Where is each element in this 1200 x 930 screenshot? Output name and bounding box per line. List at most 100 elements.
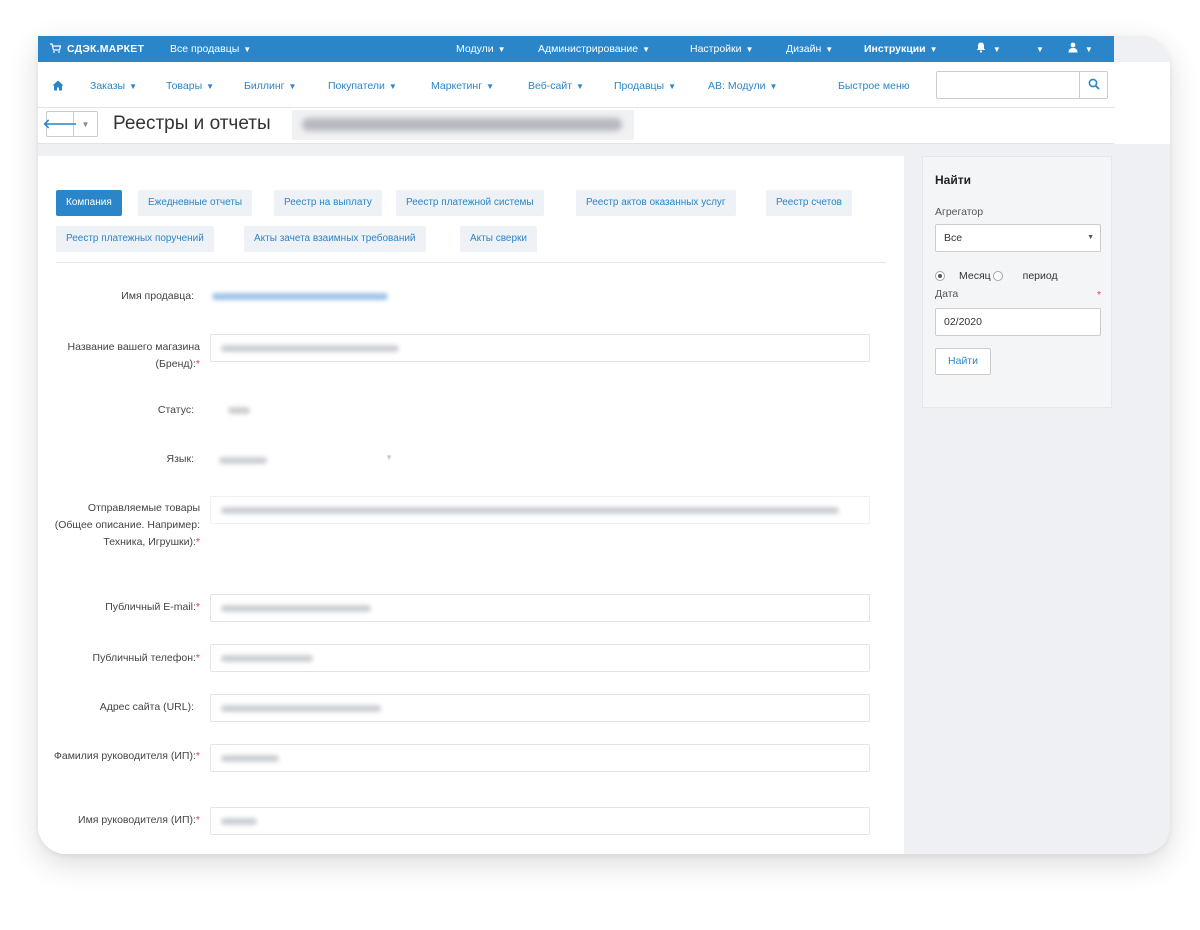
caret-down-icon: ▼	[243, 45, 252, 54]
website-field[interactable]	[210, 694, 870, 722]
nav-orders[interactable]: Заказы ▼	[90, 64, 137, 108]
nav-ab-modules-label: AB: Модули	[708, 80, 766, 92]
menu-administration-label: Администрирование	[538, 43, 639, 55]
quick-menu-link[interactable]: Быстрое меню	[838, 64, 910, 108]
tab-offset-acts[interactable]: Акты зачета взаимных требований	[244, 226, 426, 252]
tab-payment-system-registry[interactable]: Реестр платежной системы	[396, 190, 544, 216]
caret-down-icon: ▼	[206, 82, 215, 91]
radio-month[interactable]	[935, 271, 945, 281]
nav-marketing[interactable]: Маркетинг ▼	[431, 64, 494, 108]
required-mark: *	[195, 652, 200, 664]
required-mark: *	[195, 358, 200, 370]
tab-daily-reports[interactable]: Ежедневные отчеты	[138, 190, 253, 216]
required-mark: *	[195, 536, 200, 548]
goods-field[interactable]	[210, 496, 870, 524]
nav-billing[interactable]: Биллинг ▼	[244, 64, 296, 108]
search-icon	[1088, 78, 1100, 93]
cart-icon	[50, 42, 62, 56]
chevron-down-icon: ▼	[385, 453, 393, 462]
caret-down-icon: ▼	[745, 45, 754, 54]
goods-label-text: Отправляемые товары (Общее описание. Нап…	[54, 502, 200, 548]
tab-company[interactable]: Компания	[56, 190, 122, 216]
radio-month-label: Месяц	[959, 270, 991, 282]
user-menu[interactable]: ▼	[1068, 36, 1093, 62]
menu-administration[interactable]: Администрирование ▼	[538, 36, 650, 62]
nav-billing-label: Биллинг	[244, 80, 285, 92]
nav-ab-modules[interactable]: AB: Модули ▼	[708, 64, 777, 108]
extra-menu[interactable]: ▼	[1032, 36, 1044, 62]
brand-name-field[interactable]	[210, 334, 870, 362]
home-icon	[52, 79, 64, 93]
nav-products[interactable]: Товары ▼	[166, 64, 214, 108]
vendors-dropdown[interactable]: Все продавцы ▼	[170, 36, 251, 62]
caret-down-icon: ▼	[1084, 45, 1093, 54]
caret-down-icon: ▼	[642, 45, 651, 54]
required-mark: *	[1097, 290, 1101, 301]
phone-label-text: Публичный телефон:	[92, 652, 196, 664]
top-bar: СДЭК.МАРКЕТ Все продавцы ▼ Модули ▼ Админи…	[38, 36, 1114, 62]
search-input[interactable]	[937, 72, 1079, 98]
vendor-name-label-text: Имя продавца:	[121, 290, 194, 302]
website-label-text: Адрес сайта (URL):	[99, 701, 194, 713]
date-label: Дата	[935, 288, 958, 300]
nav-vendors-label: Продавцы	[614, 80, 665, 92]
director-surname-field[interactable]	[210, 744, 870, 772]
app-window: СДЭК.МАРКЕТ Все продавцы ▼ Модули ▼ Админи…	[38, 36, 1170, 854]
website-label: Адрес сайта (URL):	[50, 699, 194, 716]
language-select[interactable]: ▼	[210, 446, 406, 474]
page-title: Реестры и отчеты	[113, 113, 271, 134]
tab-payment-orders-registry[interactable]: Реестр платежных поручений	[56, 226, 214, 252]
tab-service-acts-registry[interactable]: Реестр актов оказанных услуг	[576, 190, 736, 216]
nav-customers[interactable]: Покупатели ▼	[328, 64, 397, 108]
main-content: Компания Ежедневные отчеты Реестр на вып…	[38, 156, 904, 854]
director-name-field[interactable]	[210, 807, 870, 835]
vendor-name-value[interactable]	[212, 293, 388, 300]
bell-icon	[976, 42, 989, 55]
menu-settings-label: Настройки	[690, 43, 742, 55]
radio-period[interactable]	[992, 271, 1003, 281]
caret-down-icon: ▼	[129, 82, 138, 91]
back-button[interactable]: 🡐	[43, 111, 77, 137]
back-dropdown[interactable]: ▼	[74, 111, 98, 137]
nav-products-label: Товары	[166, 80, 203, 92]
menu-modules-label: Модули	[456, 43, 494, 55]
radio-period-label: период	[1022, 270, 1058, 282]
nav-orders-label: Заказы	[90, 80, 126, 92]
nav-vendors[interactable]: Продавцы ▼	[614, 64, 676, 108]
email-label: Публичный E-mail:*	[50, 599, 200, 616]
menu-instructions[interactable]: Инструкции ▼	[864, 36, 938, 62]
menu-design[interactable]: Дизайн ▼	[786, 36, 833, 62]
search-button[interactable]	[1079, 72, 1107, 98]
caret-down-icon: ▼	[992, 45, 1001, 54]
tab-reconciliation-acts[interactable]: Акты сверки	[460, 226, 537, 252]
aggregator-select[interactable]: Все ▼	[935, 224, 1101, 252]
user-icon	[1068, 42, 1081, 55]
search-box	[936, 71, 1108, 99]
goods-label: Отправляемые товары (Общее описание. Нап…	[50, 500, 200, 551]
phone-label: Публичный телефон:*	[50, 650, 200, 667]
date-value: 02/2020	[944, 316, 982, 328]
director-surname-label: Фамилия руководителя (ИП):*	[50, 748, 200, 765]
arrow-left-icon: 🡐	[42, 116, 78, 131]
caret-down-icon: ▼	[769, 82, 778, 91]
caret-down-icon: ▼	[929, 45, 938, 54]
director-surname-label-text: Фамилия руководителя (ИП):	[53, 750, 196, 762]
language-label: Язык:	[50, 451, 194, 468]
notifications-menu[interactable]: ▼	[976, 36, 1001, 62]
date-input[interactable]: 02/2020	[935, 308, 1101, 336]
phone-field[interactable]	[210, 644, 870, 672]
search-panel-title: Найти	[935, 173, 971, 187]
brand-name-label: Название вашего магазина (Бренд):*	[50, 339, 200, 373]
title-row: 🡐 ▼ Реестры и отчеты	[38, 108, 1114, 144]
menu-settings[interactable]: Настройки ▼	[690, 36, 753, 62]
caret-down-icon: ▼	[1036, 45, 1044, 54]
email-label-text: Публичный E-mail:	[105, 601, 196, 613]
email-field[interactable]	[210, 594, 870, 622]
nav-website[interactable]: Веб-сайт ▼	[528, 64, 584, 108]
tab-payout-registry[interactable]: Реестр на выплату	[274, 190, 382, 216]
tab-invoices-registry[interactable]: Реестр счетов	[766, 190, 852, 216]
menu-modules[interactable]: Модули ▼	[456, 36, 506, 62]
home-link[interactable]	[52, 64, 64, 108]
find-button[interactable]: Найти	[935, 348, 991, 375]
brand[interactable]: СДЭК.МАРКЕТ	[50, 42, 144, 56]
